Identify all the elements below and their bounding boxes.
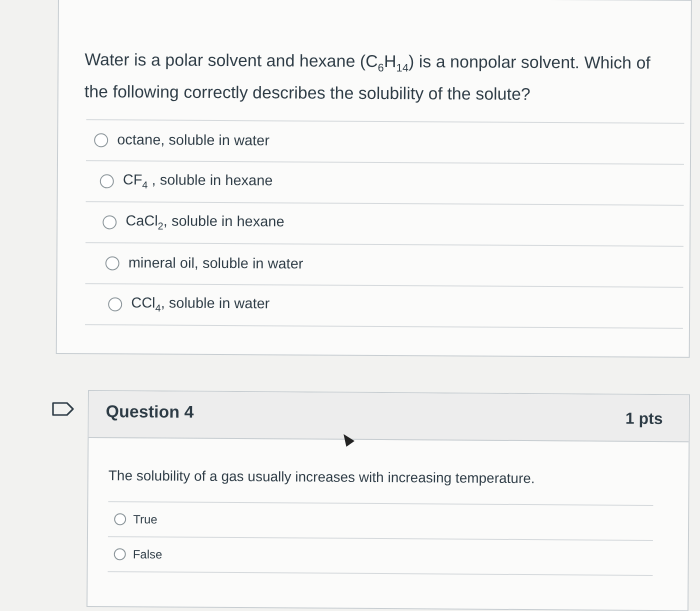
flag-question-icon[interactable] (52, 402, 74, 416)
question-points: 1 pts (625, 410, 663, 429)
answer-label: CF4 , soluble in hexane (122, 171, 273, 191)
answer-label: octane, soluble in water (117, 132, 270, 150)
radio-button[interactable] (113, 548, 126, 561)
question-3-text: Water is a polar solvent and hexane (C6H… (84, 50, 651, 105)
question-4-header: Question 4 1 pts (88, 391, 689, 443)
radio-button[interactable] (94, 133, 109, 148)
answer-option[interactable]: CaCl2, soluble in hexane (85, 201, 684, 246)
radio-button[interactable] (105, 256, 120, 271)
answer-option-false[interactable]: False (107, 536, 653, 576)
answer-option[interactable]: octane, soluble in water (85, 119, 685, 164)
question-4-card: Question 4 1 pts The solubility of a gas… (86, 390, 690, 611)
answer-label: CCl4, soluble in water (131, 294, 270, 315)
answer-label: CaCl2, soluble in hexane (125, 212, 285, 233)
radio-button[interactable] (102, 215, 117, 230)
radio-button[interactable] (99, 174, 114, 189)
answer-label: True (133, 512, 158, 527)
question-4-answers: True False (107, 501, 654, 576)
answer-option[interactable]: CF4 , soluble in hexane (85, 160, 684, 205)
question-4-text: The solubility of a gas usually increase… (108, 467, 535, 487)
answer-option[interactable]: mineral oil, soluble in water (85, 242, 684, 287)
answer-label: mineral oil, soluble in water (128, 255, 304, 273)
radio-button[interactable] (108, 297, 123, 312)
answer-label: False (132, 547, 163, 562)
radio-button[interactable] (114, 513, 127, 526)
question-3-card: Water is a polar solvent and hexane (C6H… (55, 0, 692, 358)
answer-option[interactable]: CCl4, soluble in water (84, 283, 684, 329)
question-3-answers: octane, soluble in water CF4 , soluble i… (84, 119, 685, 329)
question-title: Question 4 (105, 402, 194, 422)
answer-option-true[interactable]: True (107, 501, 654, 540)
